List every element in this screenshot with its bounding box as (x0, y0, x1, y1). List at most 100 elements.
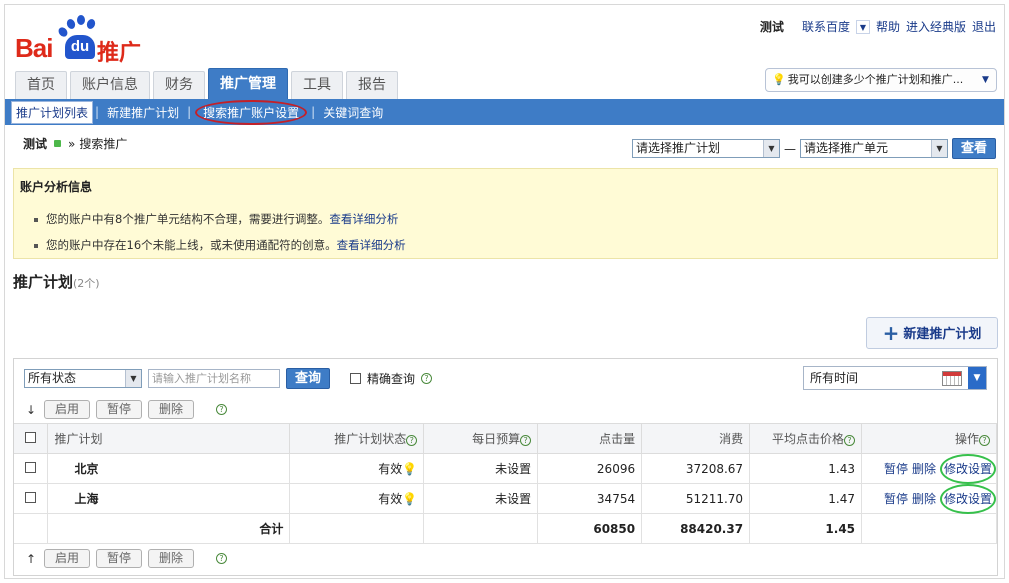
cost-value: 51211.70 (641, 483, 751, 514)
tab-reports[interactable]: 报告 (346, 71, 398, 99)
daily-budget[interactable]: 未设置 (423, 453, 539, 484)
calendar-icon[interactable] (942, 371, 962, 386)
plan-select[interactable]: 请选择推广计划 ▼ (631, 139, 780, 158)
subnav-new-plan[interactable]: 新建推广计划 (101, 104, 185, 121)
pause-link[interactable]: 暂停 (884, 492, 908, 506)
tab-account-info[interactable]: 账户信息 (70, 71, 150, 99)
row-checkbox[interactable] (25, 461, 37, 473)
pause-button[interactable]: 暂停 (96, 400, 143, 419)
clicks-value: 34754 (537, 483, 643, 514)
tab-promotion-management[interactable]: 推广管理 (208, 68, 288, 99)
daily-budget[interactable]: 未设置 (423, 483, 539, 514)
dropdown-arrow-icon[interactable]: ▼ (968, 367, 986, 389)
view-button[interactable]: 查看 (951, 138, 996, 159)
arrow-up-icon: ↑ (25, 551, 37, 566)
dropdown-arrow-icon[interactable]: ▼ (930, 140, 947, 157)
logo-du: du (65, 35, 95, 59)
delete-link[interactable]: 删除 (912, 492, 936, 506)
tab-home[interactable]: 首页 (15, 71, 67, 99)
unit-select[interactable]: 请选择推广单元 ▼ (799, 139, 948, 158)
tab-finance[interactable]: 财务 (153, 71, 205, 99)
help-icon[interactable]: ? (216, 553, 228, 564)
query-button[interactable]: 查询 (286, 368, 331, 389)
enable-button[interactable]: 启用 (44, 400, 91, 419)
col-clicks[interactable]: 点击量 (537, 423, 643, 454)
contact-baidu-link[interactable]: 联系百度 (802, 18, 850, 35)
delete-button[interactable]: 删除 (148, 549, 195, 568)
avg-cpc-value: 1.43 (749, 453, 863, 484)
breadcrumb-section[interactable]: 搜索推广 (79, 135, 127, 152)
exact-query-checkbox[interactable] (350, 373, 362, 384)
paw-icon (85, 17, 97, 31)
edit-settings-link[interactable]: 修改设置 (939, 454, 996, 484)
pause-link[interactable]: 暂停 (884, 462, 908, 476)
delete-button[interactable]: 删除 (148, 400, 195, 419)
total-avg-cpc: 1.45 (749, 513, 863, 544)
plan-unit-selector: 请选择推广计划 ▼ — 请选择推广单元 ▼ 查看 (631, 138, 996, 159)
batch-actions-top: ↓ 启用 暂停 删除 ? (24, 400, 228, 419)
analysis-line: 您的账户中有8个推广单元结构不合理，需要进行调整。查看详细分析 (34, 211, 398, 227)
subnav-keyword-query[interactable]: 关键词查询 (317, 104, 389, 121)
paw-icon (65, 17, 77, 31)
classic-version-link[interactable]: 进入经典版 (906, 18, 966, 35)
pause-button[interactable]: 暂停 (96, 549, 143, 568)
bulb-icon[interactable]: 💡 (402, 492, 417, 506)
dropdown-arrow-icon[interactable]: ▼ (762, 140, 779, 157)
total-row: 合计 60850 88420.37 1.45 (14, 513, 997, 544)
help-icon[interactable]: ? (406, 435, 418, 446)
unit-select-value: 请选择推广单元 (803, 141, 888, 155)
col-plan[interactable]: 推广计划 (47, 423, 291, 454)
plan-name[interactable]: 上海 (47, 483, 291, 514)
time-range-select[interactable]: 所有时间 ▼ (803, 366, 987, 390)
plan-status: 有效💡 (289, 453, 425, 484)
select-all-checkbox[interactable] (25, 431, 37, 443)
col-cost[interactable]: 消费 (641, 423, 751, 454)
col-plan-status[interactable]: 推广计划状态? (289, 423, 425, 454)
new-plan-button[interactable]: + 新建推广计划 (866, 317, 998, 349)
select-all-cell (14, 423, 49, 454)
logout-link[interactable]: 退出 (972, 18, 996, 35)
breadcrumb-user: 测试 (23, 137, 48, 151)
table-row: 北京 有效💡 未设置 26096 37208.67 1.43 暂停 删除 修改设置 (14, 453, 997, 484)
baidu-tuiguang-logo[interactable]: Bai du 推广 (15, 13, 165, 66)
status-select[interactable]: 所有状态 ▼ (24, 369, 142, 388)
clicks-value: 26096 (537, 453, 643, 484)
row-checkbox[interactable] (25, 491, 37, 503)
help-icon[interactable]: ? (216, 404, 228, 415)
total-clicks: 60850 (537, 513, 643, 544)
exact-query-label: 精确查询 (367, 372, 416, 386)
arrow-down-icon: ↓ (25, 402, 37, 417)
detail-analysis-link[interactable]: 查看详细分析 (329, 212, 398, 226)
plan-table-panel: 所有状态 ▼ 请输入推广计划名称 查询 精确查询? 所有时间 ▼ ↓ 启用 暂停… (13, 358, 998, 576)
paw-icon (77, 15, 85, 25)
help-icon[interactable]: ? (421, 373, 433, 384)
avg-cpc-value: 1.47 (749, 483, 863, 514)
faq-hint-dropdown[interactable]: 💡 我可以创建多少个推广计划和推广... ▼ (765, 68, 997, 92)
section-title: 推广计划(2个) (13, 273, 100, 291)
tab-tools[interactable]: 工具 (291, 71, 343, 99)
help-link[interactable]: 帮助 (876, 18, 900, 35)
chevron-down-icon[interactable]: ▼ (978, 72, 993, 88)
delete-link[interactable]: 删除 (912, 462, 936, 476)
subnav-account-settings[interactable]: 搜索推广账户设置 (195, 99, 308, 125)
col-daily-budget[interactable]: 每日预算? (423, 423, 539, 454)
subnav-plan-list[interactable]: 推广计划列表 (11, 100, 94, 124)
help-icon[interactable]: ? (979, 435, 990, 446)
detail-analysis-link[interactable]: 查看详细分析 (337, 238, 406, 252)
enable-button[interactable]: 启用 (44, 549, 91, 568)
plan-count: (2个) (73, 277, 100, 290)
help-icon[interactable]: ? (844, 435, 856, 446)
selector-dash: — (783, 141, 796, 156)
logo-text: Bai (15, 33, 53, 63)
col-avg-cpc[interactable]: 平均点击价格? (749, 423, 863, 454)
dropdown-arrow-icon[interactable]: ▼ (125, 370, 141, 387)
plan-name[interactable]: 北京 (47, 453, 291, 484)
plan-name-search-input[interactable]: 请输入推广计划名称 (148, 369, 280, 388)
account-analysis-box: 账户分析信息 您的账户中有8个推广单元结构不合理，需要进行调整。查看详细分析 您… (13, 168, 998, 259)
help-icon[interactable]: ? (520, 435, 532, 446)
bulb-icon[interactable]: 💡 (402, 462, 417, 476)
chevron-down-icon[interactable]: ▼ (855, 19, 870, 34)
edit-settings-link[interactable]: 修改设置 (939, 484, 996, 514)
total-label: 合计 (47, 513, 291, 544)
analysis-title: 账户分析信息 (20, 180, 93, 194)
